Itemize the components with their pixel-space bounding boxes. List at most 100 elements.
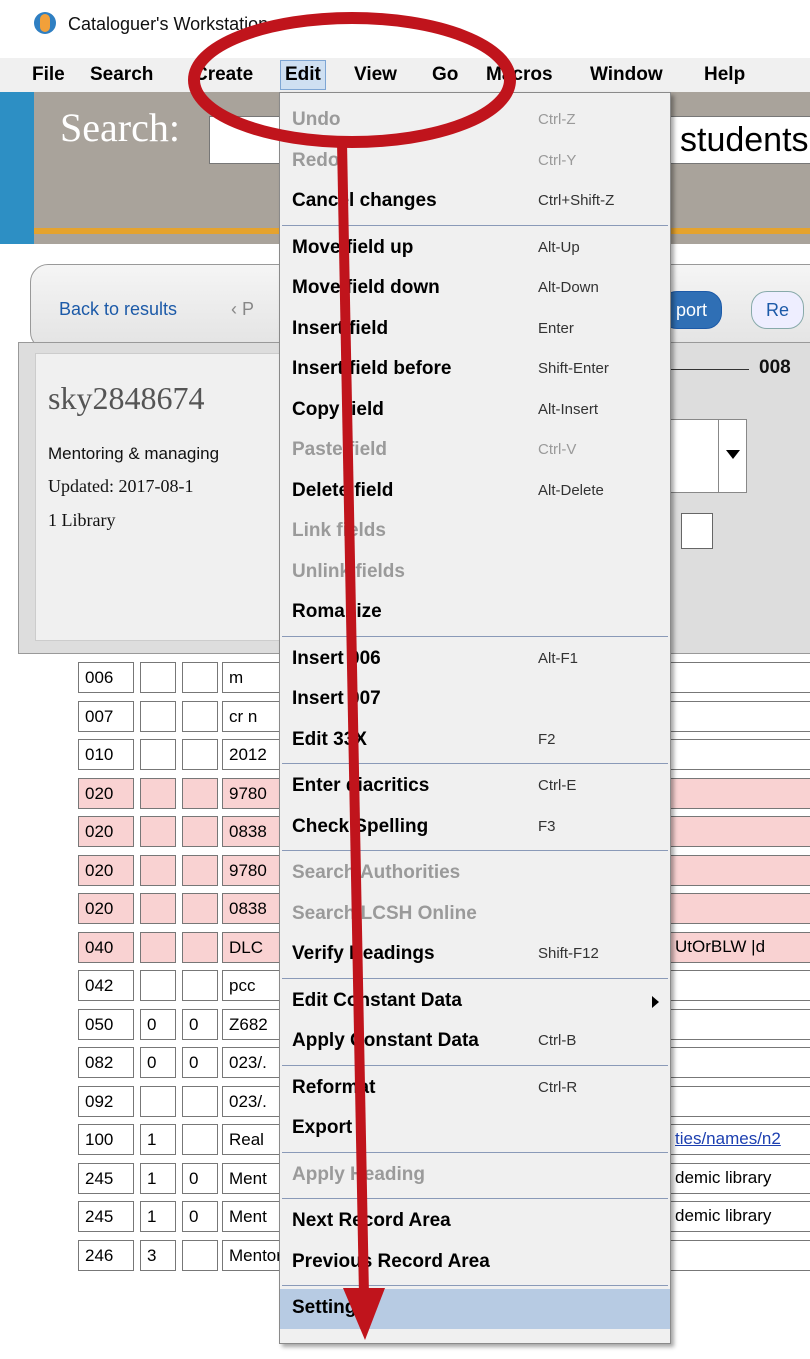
marc-ind2-cell[interactable] <box>182 970 218 1001</box>
marc-tag-cell[interactable]: 020 <box>78 854 134 886</box>
edit-menu-item-insert-field-before[interactable]: Insert field before Shift-Enter <box>280 350 670 390</box>
marc-ind2-cell[interactable] <box>182 739 218 770</box>
marc-ind1-cell[interactable]: 1 <box>140 1201 176 1232</box>
marc-ind2-cell[interactable] <box>182 700 218 732</box>
title-bar: Cataloguer's Workstation <box>0 0 810 50</box>
marc-tag-cell[interactable]: 082 <box>78 1047 134 1078</box>
edit-menu-item-move-field-down[interactable]: Move field down Alt-Down <box>280 269 670 309</box>
marc-tag-cell[interactable]: 020 <box>78 816 134 847</box>
marc-tag-cell[interactable]: 246 <box>78 1239 134 1271</box>
edit-menu-item-previous-record-area[interactable]: Previous Record Area <box>280 1243 670 1283</box>
marc-tag-cell[interactable]: 050 <box>78 1008 134 1040</box>
marc-ind2-cell[interactable] <box>182 816 218 847</box>
edit-menu-item-edit-33x[interactable]: Edit 33X F2 <box>280 721 670 761</box>
fixed-field-combo[interactable] <box>665 419 747 493</box>
marc-tag-cell[interactable]: 245 <box>78 1162 134 1194</box>
menu-help[interactable]: Help <box>700 64 749 86</box>
marc-ind2-cell[interactable] <box>182 1239 218 1271</box>
marc-ind1-cell[interactable] <box>140 739 176 770</box>
edit-menu-item-move-field-up[interactable]: Move field up Alt-Up <box>280 229 670 269</box>
menu-macros[interactable]: Macros <box>482 64 557 86</box>
marc-ind1-cell[interactable]: 3 <box>140 1239 176 1271</box>
marc-ind1-cell[interactable]: 1 <box>140 1162 176 1194</box>
record-card: sky2848674 Mentoring & managing Updated:… <box>35 353 307 641</box>
marc-ind1-cell[interactable] <box>140 777 176 809</box>
marc-ind2-cell[interactable] <box>182 1124 218 1155</box>
marc-ind1-cell[interactable]: 0 <box>140 1008 176 1040</box>
edit-menu-dropdown: Undo Ctrl-Z Redo Ctrl-Y Cancel changes Ctrl+S… <box>279 92 671 1344</box>
edit-menu-item-next-record-area[interactable]: Next Record Area <box>280 1202 670 1242</box>
menu-separator <box>282 977 668 979</box>
edit-menu-item-romanize[interactable]: Romanize <box>280 593 670 633</box>
edit-menu-item-insert-field[interactable]: Insert field Enter <box>280 310 670 350</box>
menu-item-label: Move field up <box>292 236 414 258</box>
marc-ind2-cell[interactable]: 0 <box>182 1047 218 1078</box>
menu-go[interactable]: Go <box>428 64 462 86</box>
marc-ind1-cell[interactable] <box>140 893 176 924</box>
menu-window[interactable]: Window <box>586 64 667 86</box>
menu-separator <box>282 1198 668 1199</box>
marc-tag-cell[interactable]: 020 <box>78 893 134 924</box>
edit-menu-item-delete-field[interactable]: Delete field Alt-Delete <box>280 472 670 512</box>
edit-menu-item-cancel-changes[interactable]: Cancel changes Ctrl+Shift-Z <box>280 182 670 222</box>
marc-ind2-cell[interactable]: 0 <box>182 1008 218 1040</box>
edit-menu-item-reformat[interactable]: Reformat Ctrl-R <box>280 1069 670 1109</box>
marc-ind2-cell[interactable] <box>182 931 218 963</box>
search-label: Search: <box>60 105 180 150</box>
marc-ind2-cell[interactable] <box>182 1085 218 1117</box>
marc-ind1-cell[interactable] <box>140 931 176 963</box>
menu-view[interactable]: View <box>350 64 401 86</box>
edit-menu-item-copy-field[interactable]: Copy field Alt-Insert <box>280 391 670 431</box>
marc-ind1-cell[interactable]: 0 <box>140 1047 176 1078</box>
menu-file[interactable]: File <box>28 64 69 86</box>
back-to-results-link[interactable]: Back to results <box>59 299 177 320</box>
marc-tag-cell[interactable]: 006 <box>78 662 134 693</box>
marc-tag-cell[interactable]: 100 <box>78 1124 134 1155</box>
marc-value-tail: UtOrBLW |d <box>675 936 766 956</box>
menu-item-shortcut: Ctrl-E <box>538 777 577 794</box>
marc-ind1-cell[interactable] <box>140 1085 176 1117</box>
fixed-field-checkbox[interactable] <box>681 513 713 549</box>
edit-menu-item-verify-headings[interactable]: Verify Headings Shift-F12 <box>280 935 670 975</box>
marc-tag-cell[interactable]: 040 <box>78 931 134 963</box>
edit-menu-item-apply-constant-data[interactable]: Apply Constant Data Ctrl-B <box>280 1022 670 1062</box>
marc-ind1-cell[interactable] <box>140 662 176 693</box>
marc-tag-cell[interactable]: 020 <box>78 777 134 809</box>
menu-edit[interactable]: Edit <box>280 60 326 90</box>
edit-menu-item-settings[interactable]: Settings <box>280 1289 670 1329</box>
marc-tag-cell[interactable]: 042 <box>78 970 134 1001</box>
menu-item-shortcut: Alt-Insert <box>538 400 599 418</box>
previous-link[interactable]: ‹ P <box>231 299 254 320</box>
edit-menu-item-check-spelling[interactable]: Check Spelling F3 <box>280 808 670 848</box>
edit-menu-item-edit-constant-data[interactable]: Edit Constant Data <box>280 982 670 1022</box>
menu-search[interactable]: Search <box>86 64 157 86</box>
menu-item-label: Previous Record Area <box>292 1250 490 1272</box>
marc-ind1-cell[interactable] <box>140 816 176 847</box>
edit-menu-item-export[interactable]: Export <box>280 1109 670 1149</box>
menu-item-label: Verify Headings <box>292 943 435 964</box>
marc-ind1-cell[interactable] <box>140 700 176 732</box>
chevron-down-icon[interactable] <box>718 420 747 492</box>
edit-menu-item-enter-diacritics[interactable]: Enter diacritics Ctrl-E <box>280 767 670 807</box>
marc-ind2-cell[interactable] <box>182 662 218 693</box>
marc-tag-cell[interactable]: 245 <box>78 1201 134 1232</box>
record-libraries: 1 Library <box>48 510 116 530</box>
marc-tag-cell[interactable]: 092 <box>78 1085 134 1117</box>
menu-item-label: Reformat <box>292 1076 376 1098</box>
marc-ind2-cell[interactable]: 0 <box>182 1201 218 1232</box>
marc-ind2-cell[interactable] <box>182 854 218 886</box>
menu-create[interactable]: Create <box>190 64 257 86</box>
marc-ind2-cell[interactable] <box>182 893 218 924</box>
menu-item-shortcut: Ctrl-R <box>538 1078 578 1096</box>
edit-menu-item-search-lcsh-online: Search LCSH Online <box>280 895 670 935</box>
marc-tag-cell[interactable]: 007 <box>78 700 134 732</box>
marc-ind1-cell[interactable] <box>140 970 176 1001</box>
marc-ind1-cell[interactable]: 1 <box>140 1124 176 1155</box>
marc-ind2-cell[interactable] <box>182 777 218 809</box>
edit-menu-item-insert-007[interactable]: Insert 007 <box>280 680 670 720</box>
edit-menu-item-insert-006[interactable]: Insert 006 Alt-F1 <box>280 640 670 680</box>
marc-ind2-cell[interactable]: 0 <box>182 1162 218 1194</box>
marc-ind1-cell[interactable] <box>140 854 176 886</box>
re-button[interactable]: Re <box>751 291 805 329</box>
marc-tag-cell[interactable]: 010 <box>78 739 134 770</box>
